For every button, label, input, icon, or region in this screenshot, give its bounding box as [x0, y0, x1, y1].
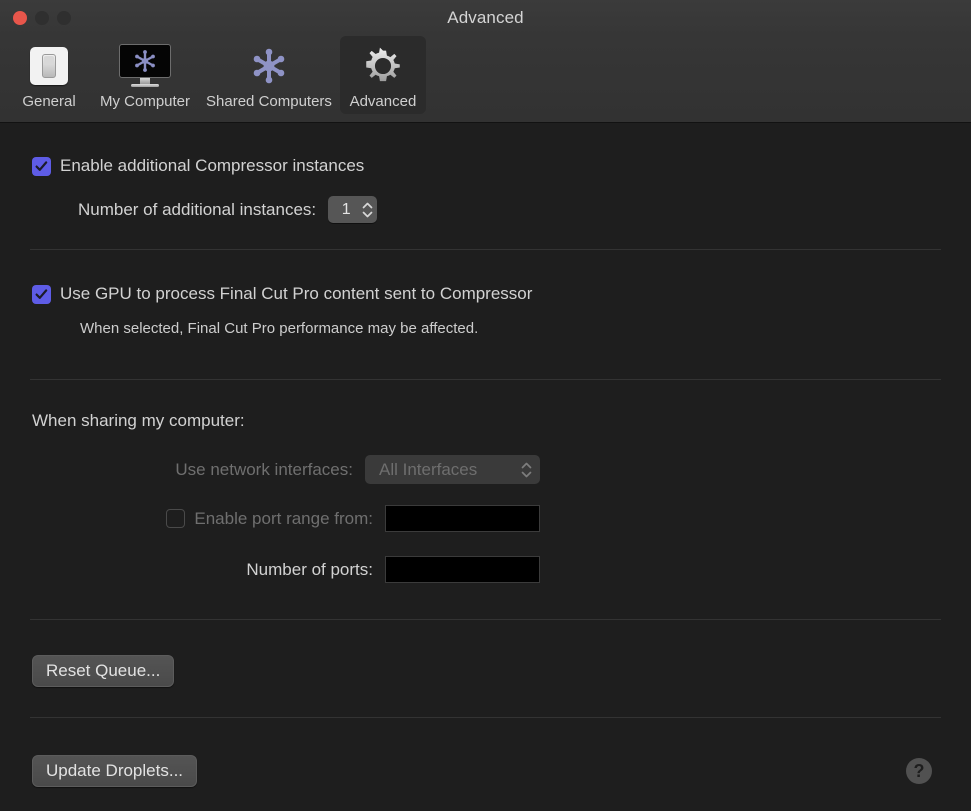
reset-queue-button-label[interactable]: Reset Queue... [32, 655, 174, 687]
num-ports-label: Number of ports: [246, 560, 373, 580]
chevron-down-icon [521, 471, 532, 478]
num-ports-row: Number of ports: [0, 556, 540, 583]
enable-instances-checkbox[interactable] [32, 157, 51, 176]
separator-1 [30, 249, 941, 250]
instances-stepper-row: Number of additional instances: 1 [78, 196, 377, 223]
port-range-row: Enable port range from: [0, 505, 540, 532]
separator-2 [30, 379, 941, 380]
tab-shared-computers-label: Shared Computers [206, 93, 332, 110]
enable-instances-label: Enable additional Compressor instances [60, 156, 364, 176]
tab-shared-computers[interactable]: Shared Computers [198, 36, 340, 114]
preferences-window: Advanced General [0, 0, 971, 811]
sharing-heading: When sharing my computer: [32, 411, 245, 431]
tab-general-label: General [14, 93, 84, 110]
popup-arrows-icon [521, 462, 532, 478]
tab-advanced-label: Advanced [348, 93, 418, 110]
toggle-switch-icon [14, 42, 84, 90]
stepper-arrows[interactable] [362, 202, 373, 218]
title-bar: Advanced [0, 0, 971, 36]
chevron-down-icon[interactable] [362, 211, 373, 218]
network-interfaces-label: Use network interfaces: [175, 460, 353, 480]
chevron-up-icon [521, 462, 532, 469]
tab-my-computer[interactable]: My Computer [92, 36, 198, 114]
use-gpu-row[interactable]: Use GPU to process Final Cut Pro content… [32, 284, 532, 304]
use-gpu-label: Use GPU to process Final Cut Pro content… [60, 284, 532, 304]
instances-stepper-value: 1 [338, 201, 354, 219]
node-cluster-icon [206, 42, 332, 90]
enable-instances-row[interactable]: Enable additional Compressor instances [32, 156, 364, 176]
preferences-toolbar: General [0, 36, 971, 123]
checkmark-icon [35, 160, 48, 173]
instances-stepper-label: Number of additional instances: [78, 200, 316, 220]
update-droplets-button[interactable]: Update Droplets... [32, 755, 197, 787]
tab-advanced[interactable]: Advanced [340, 36, 426, 114]
port-range-checkbox[interactable] [166, 509, 185, 528]
update-droplets-button-label[interactable]: Update Droplets... [32, 755, 197, 787]
display-icon [100, 42, 190, 90]
chevron-up-icon[interactable] [362, 202, 373, 209]
use-gpu-checkbox[interactable] [32, 285, 51, 304]
window-title: Advanced [0, 8, 971, 28]
separator-4 [30, 717, 941, 718]
network-interfaces-value: All Interfaces [379, 460, 477, 480]
instances-stepper[interactable]: 1 [328, 196, 377, 223]
num-ports-field[interactable] [385, 556, 540, 583]
separator-3 [30, 619, 941, 620]
network-interfaces-popup[interactable]: All Interfaces [365, 455, 540, 484]
port-range-label: Enable port range from: [194, 509, 373, 529]
advanced-pane: Enable additional Compressor instances N… [0, 123, 971, 811]
tab-my-computer-label: My Computer [100, 93, 190, 110]
tab-general[interactable]: General [6, 36, 92, 114]
use-gpu-help-text: When selected, Final Cut Pro performance… [80, 320, 478, 337]
reset-queue-button[interactable]: Reset Queue... [32, 655, 174, 687]
cluster-glyph-icon [132, 49, 158, 73]
help-button-label: ? [914, 761, 925, 782]
checkmark-icon [35, 288, 48, 301]
help-button[interactable]: ? [906, 758, 932, 784]
gear-icon [348, 42, 418, 90]
port-range-field[interactable] [385, 505, 540, 532]
network-interfaces-row: Use network interfaces: All Interfaces [0, 455, 540, 484]
